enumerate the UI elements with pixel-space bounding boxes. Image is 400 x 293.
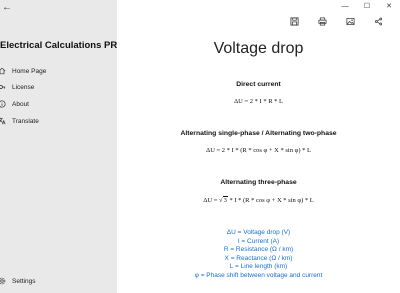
image-button[interactable] (336, 15, 364, 29)
back-button[interactable]: ← (0, 0, 14, 14)
app-title: Electrical Calculations PRO (0, 40, 125, 51)
sidebar-item-settings[interactable]: Settings (0, 273, 117, 289)
section-heading-three-phase: Alternating three-phase (220, 179, 297, 186)
legend-item: ΔU = Voltage drop (V) (226, 229, 291, 236)
sidebar-item-license[interactable]: License (0, 79, 117, 95)
sidebar-item-about[interactable]: About (0, 96, 117, 112)
close-icon: ✕ (386, 3, 392, 10)
sidebar-item-label: License (12, 83, 35, 91)
share-icon (374, 13, 383, 31)
home-icon (0, 66, 7, 76)
minimize-icon: — (341, 2, 349, 10)
legend-item: X = Reactance (Ω / km) (224, 254, 293, 262)
variable-legend: ΔU = Voltage drop (V) I = Current (A) R … (117, 229, 400, 281)
print-icon (318, 13, 327, 31)
section-heading-single-two-phase: Alternating single-phase / Alternating t… (180, 130, 337, 137)
formula-three-phase: ΔU = √3 * I * (R * cos φ + X * sin φ) * … (117, 196, 400, 204)
maximize-button[interactable]: ☐ (356, 0, 378, 12)
image-icon (346, 13, 355, 31)
sidebar-item-label: Settings (12, 277, 36, 285)
save-icon (289, 13, 299, 31)
sidebar-item-translate[interactable]: Translate (0, 113, 117, 129)
legend-item: I = Current (A) (237, 237, 280, 245)
formula-direct-current: ΔU = 2 * I * R * L (233, 98, 283, 105)
sidebar-item-label: Translate (12, 117, 39, 125)
info-icon (0, 99, 7, 109)
gear-icon (0, 276, 7, 286)
window-controls: — ☐ ✕ (334, 0, 400, 12)
page-title: Voltage drop (213, 40, 304, 57)
formula-single-two-phase: ΔU = 2 * I * (R * cos φ + X * sin φ) * L (206, 147, 311, 154)
legend-item: R = Resistance (Ω / km) (223, 246, 294, 254)
translate-icon (0, 116, 7, 126)
share-button[interactable] (364, 15, 392, 29)
sidebar-item-label: Home Page (12, 67, 47, 75)
license-icon (0, 82, 7, 92)
sidebar-item-home[interactable]: Home Page (0, 63, 117, 79)
formula-suffix: * I * (R * cos φ + X * sin φ) * L (227, 197, 314, 204)
maximize-icon: ☐ (363, 3, 371, 10)
main-content: — ☐ ✕ Voltage drop Direct current ΔU = 2… (117, 0, 400, 293)
minimize-button[interactable]: — (334, 0, 356, 12)
back-arrow-icon: ← (2, 1, 12, 13)
legend-item: L = Line length (km) (229, 263, 288, 271)
save-button[interactable] (280, 15, 308, 29)
toolbar (280, 15, 392, 29)
sidebar-item-label: About (12, 100, 29, 108)
sidebar: ← Electrical Calculations PRO Home Page … (0, 0, 125, 293)
formula-prefix: ΔU = (203, 197, 218, 204)
close-button[interactable]: ✕ (378, 0, 400, 12)
section-heading-direct-current: Direct current (236, 81, 281, 88)
print-button[interactable] (308, 15, 336, 29)
legend-item: φ = Phase shift between voltage and curr… (194, 271, 323, 279)
